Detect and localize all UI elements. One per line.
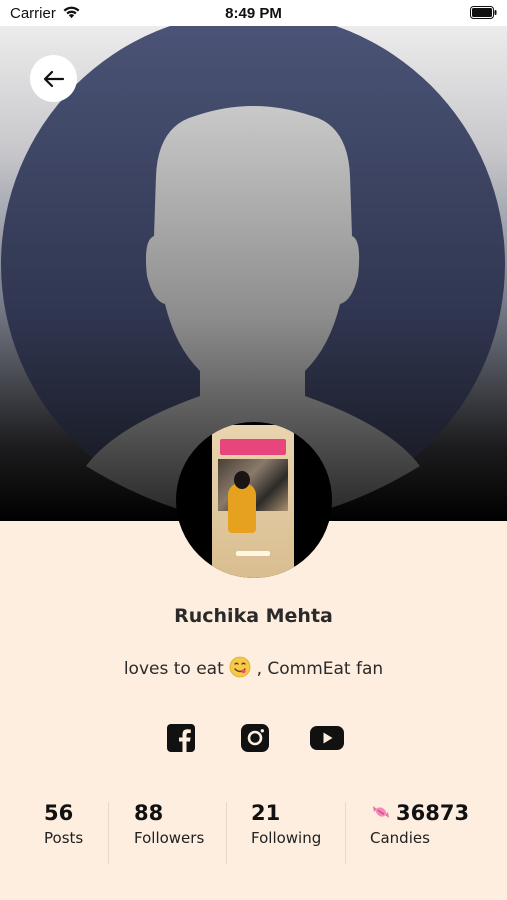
following-count: 21	[251, 801, 281, 825]
posts-label: Posts	[44, 829, 84, 847]
instagram-icon[interactable]	[240, 723, 270, 753]
profile-bio: loves to eat , CommEat fan	[0, 656, 507, 679]
bio-text-end: , CommEat fan	[256, 659, 384, 679]
profile-stats: 56 Posts 88 Followers 21 Following 36873…	[0, 800, 507, 866]
stat-followers[interactable]: 88 Followers	[134, 800, 204, 866]
candies-count: 36873	[396, 801, 470, 825]
followers-count: 88	[134, 801, 164, 825]
avatar[interactable]	[176, 422, 332, 578]
stat-divider	[226, 802, 227, 864]
candies-label: Candies	[370, 829, 430, 847]
yum-emoji-icon	[229, 656, 251, 678]
bio-text-start: loves to eat	[123, 659, 224, 679]
stat-following[interactable]: 21 Following	[251, 800, 321, 866]
following-label: Following	[251, 829, 322, 847]
posts-count: 56	[44, 801, 74, 825]
arrow-left-icon	[43, 70, 64, 87]
followers-label: Followers	[134, 829, 205, 847]
stat-divider	[108, 802, 109, 864]
stat-candies[interactable]: 36873 Candies	[370, 800, 469, 866]
youtube-icon[interactable]	[309, 723, 345, 753]
back-button[interactable]	[30, 55, 77, 102]
battery-icon	[470, 6, 497, 19]
social-links	[0, 723, 507, 753]
status-time: 8:49 PM	[225, 5, 282, 22]
stat-posts[interactable]: 56 Posts	[44, 800, 83, 866]
stat-divider	[345, 802, 346, 864]
candy-icon	[373, 806, 389, 818]
status-bar: Carrier 8:49 PM	[0, 0, 507, 26]
avatar-photo	[212, 425, 294, 578]
facebook-icon[interactable]	[166, 723, 196, 753]
candies-count-row: 36873	[370, 800, 469, 826]
profile-name: Ruchika Mehta	[174, 605, 333, 627]
